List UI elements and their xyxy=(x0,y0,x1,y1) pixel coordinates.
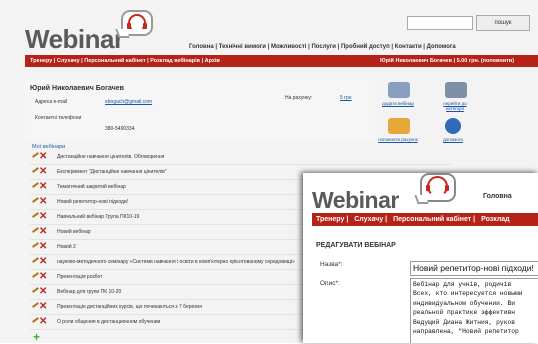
search-input[interactable] xyxy=(407,16,473,30)
page-title: РЕДАГУВАТИ ВЕБІНАР xyxy=(316,242,396,249)
edit-icon[interactable] xyxy=(32,242,39,248)
list-item[interactable]: ✕ Дистанційне навчання цінителів. Обговор… xyxy=(30,151,450,165)
email-value[interactable]: ebogach@gmail.com xyxy=(105,99,152,105)
edit-icon[interactable] xyxy=(32,182,39,188)
delete-icon[interactable]: ✕ xyxy=(39,300,47,313)
add-webinar-icon[interactable] xyxy=(388,82,410,98)
window-headset-icon xyxy=(426,176,449,197)
description-line: направлена, "Новий репетитор xyxy=(413,328,519,336)
description-line: Вебінар для учнів, родичів xyxy=(413,281,512,288)
window-top-nav[interactable]: Головна xyxy=(483,193,512,200)
edit-icon[interactable] xyxy=(32,167,39,173)
edit-icon[interactable] xyxy=(32,317,39,323)
description-line: Всех, кто интересуется новыми xyxy=(413,290,523,298)
webinar-name-input[interactable]: Новий репетитор-нові підходи! xyxy=(410,261,538,276)
user-balance[interactable]: Юрій Николаевич Богачев | 5.00 грн. (поп… xyxy=(380,55,514,67)
add-webinar-link[interactable]: додати вебінар xyxy=(378,101,418,106)
edit-icon[interactable] xyxy=(32,197,39,203)
delete-icon[interactable]: ✕ xyxy=(39,195,47,208)
top-up-link[interactable]: поповнити рахунок xyxy=(378,137,418,142)
background-logo: Webinar xyxy=(25,24,124,54)
edit-icon[interactable] xyxy=(32,227,39,233)
nav-listener[interactable]: Слухачу xyxy=(350,216,383,223)
wallet-icon[interactable] xyxy=(388,118,410,134)
delete-icon[interactable]: ✕ xyxy=(39,285,47,298)
edit-icon[interactable] xyxy=(32,272,39,278)
delete-icon[interactable]: ✕ xyxy=(39,150,47,163)
description-label: Опис*: xyxy=(320,280,340,287)
webinar-description-textarea[interactable]: Вебінар для учнів, родичів Всех, кто инт… xyxy=(410,278,538,343)
delete-icon[interactable]: ✕ xyxy=(39,270,47,283)
top-nav[interactable]: Головна | Технічні вимоги | Можливості |… xyxy=(189,44,456,50)
email-label: Адреса e-mail xyxy=(35,99,68,105)
description-line: индивидуальном обучении. Ви xyxy=(413,299,516,307)
delete-icon[interactable]: ✕ xyxy=(39,180,47,193)
edit-webinar-window: Webinar Головна Тренеру | Слухачу | Перс… xyxy=(303,173,538,343)
edit-icon[interactable] xyxy=(32,212,39,218)
edit-icon[interactable] xyxy=(32,152,39,158)
name-label: Назва*: xyxy=(320,261,343,268)
red-nav-bar: Тренеру | Слухачу | Персональний кабінет… xyxy=(25,55,538,67)
nav-personal[interactable]: Персональний кабінет xyxy=(389,216,471,223)
search-button[interactable]: пошук xyxy=(476,15,530,31)
help-icon[interactable] xyxy=(445,118,461,134)
delete-icon[interactable]: ✕ xyxy=(39,255,47,268)
add-webinar-plus-icon[interactable]: + xyxy=(33,331,40,343)
edit-icon[interactable] xyxy=(32,302,39,308)
delete-icon[interactable]: ✕ xyxy=(39,225,47,238)
nav-trainer[interactable]: Тренеру xyxy=(312,216,344,223)
profile-name: Юрий Николаевич Богачев xyxy=(30,85,124,92)
window-red-nav: Тренеру | Слухачу | Персональний кабінет… xyxy=(312,213,538,226)
phone-label: Контактні телефони xyxy=(35,115,82,121)
description-line: Ведущий Диана Житния, руков xyxy=(413,318,516,326)
webinar-list-title: Мої вебінари xyxy=(32,144,66,150)
nav-schedule[interactable]: Розклад xyxy=(477,216,510,223)
help-link[interactable]: допомога xyxy=(433,137,473,142)
balance-label: На рахунку: xyxy=(285,95,313,101)
delete-icon[interactable]: ✕ xyxy=(39,315,47,328)
delete-icon[interactable]: ✕ xyxy=(39,165,47,178)
category-icon[interactable] xyxy=(445,82,467,98)
edit-icon[interactable] xyxy=(32,287,39,293)
category-link[interactable]: перейти до категорії xyxy=(435,101,475,111)
description-line: реальной практике эффективн xyxy=(413,309,516,317)
edit-icon[interactable] xyxy=(32,257,39,263)
headset-icon xyxy=(127,14,147,32)
delete-icon[interactable]: ✕ xyxy=(39,240,47,253)
phone-value: 380-5490334 xyxy=(105,126,135,132)
window-logo: Webinar xyxy=(312,187,399,213)
red-nav-links[interactable]: Тренеру | Слухачу | Персональний кабінет… xyxy=(30,55,220,67)
delete-icon[interactable]: ✕ xyxy=(39,210,47,223)
balance-value[interactable]: 5 грн xyxy=(340,95,352,101)
